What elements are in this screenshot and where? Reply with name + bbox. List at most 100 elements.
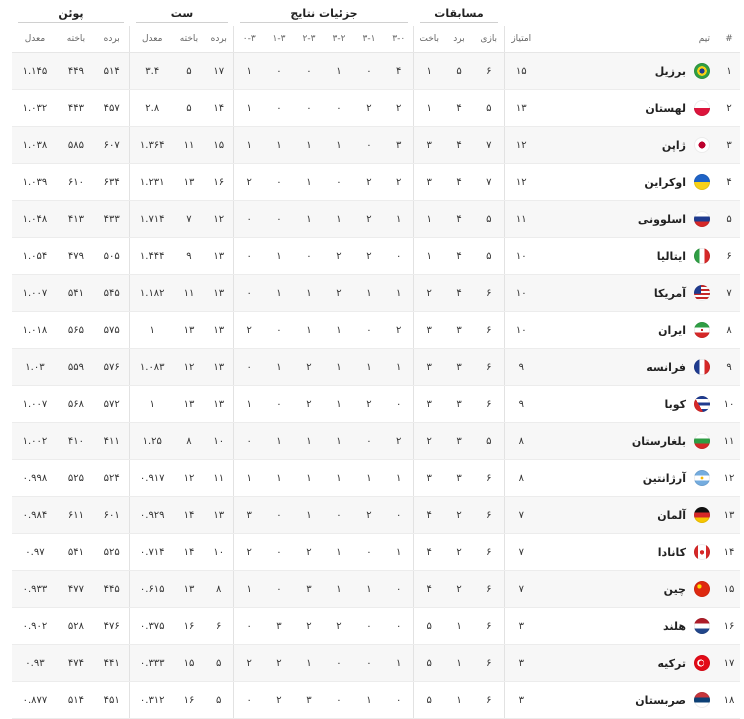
team-name[interactable]: برزیل [655, 65, 686, 78]
sets-lost-cell: ۱۴ [173, 496, 204, 534]
result-3-0-cell: ۰ [383, 496, 414, 534]
team-cell[interactable]: فرانسه [538, 348, 718, 386]
points-won-cell: ۴۱۱ [93, 422, 130, 460]
won-cell: ۳ [444, 422, 474, 460]
col-lost[interactable]: باخت [413, 26, 444, 53]
col-points[interactable]: امتیاز [503, 26, 538, 53]
col-result-0-3[interactable]: ۰-۳ [233, 26, 264, 53]
points-won-cell: ۵۲۵ [93, 533, 130, 571]
table-row[interactable]: ۱۸ صربستان ۳ ۶ ۱ ۵ ۰ ۱ ۰ ۳ ۲ ۰ ۵ ۱۶ ۰.۳۱۲ ۴۵۱ ۵۱۴ ۰.۸۷۷ [11, 681, 740, 719]
table-row[interactable]: ۶ ایتالیا ۱۰ ۵ ۴ ۱ ۰ ۲ ۲ ۰ ۱ ۰ ۱۳ ۹ ۱.۴۴۴ ۵۰۵ ۴۷۹ ۱.۰۵۴ [11, 237, 740, 275]
team-cell[interactable]: اوکراین [538, 163, 718, 201]
team-name[interactable]: آمریکا [654, 287, 686, 300]
team-name[interactable]: کوبا [664, 398, 686, 411]
team-cell[interactable]: ژاپن [538, 126, 718, 164]
team-cell[interactable]: برزیل [538, 52, 718, 90]
team-cell[interactable]: هلند [538, 607, 718, 645]
team-name[interactable]: هلند [663, 620, 686, 633]
team-cell[interactable]: لهستان [538, 89, 718, 127]
points-lost-cell: ۶۱۱ [57, 496, 94, 534]
col-result-3-2[interactable]: ۳-۲ [323, 26, 354, 53]
table-row[interactable]: ۵ اسلوونی ۱۱ ۵ ۴ ۱ ۱ ۲ ۱ ۱ ۰ ۰ ۱۲ ۷ ۱.۷۱۴ ۴۳۳ ۴۱۳ ۱.۰۴۸ [11, 200, 740, 238]
team-name[interactable]: ترکیه [657, 657, 686, 670]
team-cell[interactable]: کوبا [538, 385, 718, 423]
team-cell[interactable]: ایتالیا [538, 237, 718, 275]
col-sets-won[interactable]: برده [203, 26, 234, 53]
col-result-1-3[interactable]: ۱-۳ [263, 26, 294, 53]
col-points-lost[interactable]: باخته [57, 26, 94, 53]
points-cell: ۱۵ [503, 52, 538, 90]
col-team[interactable]: تیم [538, 26, 718, 53]
col-sets-ratio[interactable]: معدل [129, 26, 174, 53]
team-cell[interactable]: ترکیه [538, 644, 718, 682]
team-name[interactable]: ژاپن [662, 139, 686, 152]
points-cell: ۱۰ [503, 274, 538, 312]
team-cell[interactable]: ایران [538, 311, 718, 349]
team-name[interactable]: فرانسه [646, 361, 686, 374]
played-cell: ۷ [474, 163, 504, 201]
col-played[interactable]: بازی [474, 26, 504, 53]
result-3-1-cell: ۲ [353, 237, 384, 275]
played-cell: ۶ [474, 607, 504, 645]
table-row[interactable]: ۲ لهستان ۱۳ ۵ ۴ ۱ ۲ ۲ ۰ ۰ ۰ ۱ ۱۴ ۵ ۲.۸ ۴۵۷ ۴۴۳ ۱.۰۳۲ [11, 89, 740, 127]
team-cell[interactable]: چین [538, 570, 718, 608]
col-result-2-3[interactable]: ۲-۳ [293, 26, 324, 53]
table-row[interactable]: ۱۶ هلند ۳ ۶ ۱ ۵ ۰ ۰ ۲ ۲ ۳ ۰ ۶ ۱۶ ۰.۳۷۵ ۴۷۶ ۵۲۸ ۰.۹۰۲ [11, 607, 740, 645]
result-3-0-cell: ۱ [383, 644, 414, 682]
col-rank[interactable]: # [718, 26, 740, 53]
result-3-2-cell: ۱ [323, 311, 354, 349]
team-name[interactable]: صربستان [635, 694, 686, 707]
team-cell[interactable]: بلغارستان [538, 422, 718, 460]
table-row[interactable]: ۱۷ ترکیه ۳ ۶ ۱ ۵ ۱ ۰ ۰ ۱ ۲ ۲ ۵ ۱۵ ۰.۳۳۳ ۴۴۱ ۴۷۴ ۰.۹۳ [11, 644, 740, 682]
table-row[interactable]: ۳ ژاپن ۱۲ ۷ ۴ ۳ ۳ ۰ ۱ ۱ ۱ ۱ ۱۵ ۱۱ ۱.۳۶۴ ۶۰۷ ۵۸۵ ۱.۰۳۸ [11, 126, 740, 164]
lost-cell: ۳ [413, 126, 444, 164]
col-sets-lost[interactable]: باخته [173, 26, 204, 53]
sets-ratio-cell: ۱.۲۵ [129, 422, 174, 460]
team-name[interactable]: آرژانتین [643, 472, 686, 485]
ir-flag-icon [694, 322, 710, 338]
result-0-3-cell: ۱ [233, 570, 264, 608]
rank-cell: ۸ [718, 311, 740, 349]
sets-ratio-cell: ۰.۳۳۳ [129, 644, 174, 682]
points-cell: ۱۱ [503, 200, 538, 238]
sets-lost-cell: ۱۲ [173, 348, 204, 386]
team-name[interactable]: اسلوونی [638, 213, 686, 226]
team-name[interactable]: ایتالیا [657, 250, 686, 263]
points-won-cell: ۶۳۴ [93, 163, 130, 201]
col-points-won[interactable]: برده [93, 26, 130, 53]
points-lost-cell: ۴۷۹ [57, 237, 94, 275]
table-row[interactable]: ۹ فرانسه ۹ ۶ ۳ ۳ ۱ ۱ ۱ ۲ ۱ ۰ ۱۳ ۱۲ ۱.۰۸۳ ۵۷۶ ۵۵۹ ۱.۰۳ [11, 348, 740, 386]
team-cell[interactable]: آرژانتین [538, 459, 718, 497]
team-name[interactable]: چین [664, 583, 686, 596]
team-name[interactable]: ایران [658, 324, 686, 337]
col-result-3-1[interactable]: ۳-۱ [353, 26, 384, 53]
result-3-2-cell: ۰ [323, 496, 354, 534]
team-name[interactable]: اوکراین [644, 176, 686, 189]
col-won[interactable]: برد [444, 26, 474, 53]
table-row[interactable]: ۱۲ آرژانتین ۸ ۶ ۳ ۳ ۱ ۱ ۱ ۱ ۱ ۱ ۱۱ ۱۲ ۰.۹۱۷ ۵۲۴ ۵۲۵ ۰.۹۹۸ [11, 459, 740, 497]
team-cell[interactable]: آمریکا [538, 274, 718, 312]
team-name[interactable]: لهستان [645, 102, 686, 115]
team-cell[interactable]: آلمان [538, 496, 718, 534]
table-row[interactable]: ۱۱ بلغارستان ۸ ۵ ۳ ۲ ۲ ۰ ۱ ۱ ۱ ۰ ۱۰ ۸ ۱.۲۵ ۴۱۱ ۴۱۰ ۱.۰۰۲ [11, 422, 740, 460]
table-row[interactable]: ۴ اوکراین ۱۲ ۷ ۴ ۳ ۲ ۲ ۰ ۱ ۰ ۲ ۱۶ ۱۳ ۱.۲۳۱ ۶۳۴ ۶۱۰ ۱.۰۳۹ [11, 163, 740, 201]
table-row[interactable]: ۱۰ کوبا ۹ ۶ ۳ ۳ ۰ ۲ ۱ ۲ ۰ ۱ ۱۳ ۱۳ ۱ ۵۷۲ ۵۶۸ ۱.۰۰۷ [11, 385, 740, 423]
table-row[interactable]: ۷ آمریکا ۱۰ ۶ ۴ ۲ ۱ ۱ ۲ ۱ ۱ ۰ ۱۳ ۱۱ ۱.۱۸۲ ۵۴۵ ۵۴۱ ۱.۰۰۷ [11, 274, 740, 312]
points-won-cell: ۶۰۱ [93, 496, 130, 534]
team-cell[interactable]: اسلوونی [538, 200, 718, 238]
table-row[interactable]: ۱۴ کانادا ۷ ۶ ۲ ۴ ۱ ۰ ۱ ۲ ۰ ۲ ۱۰ ۱۴ ۰.۷۱۴ ۵۲۵ ۵۴۱ ۰.۹۷ [11, 533, 740, 571]
team-info: ایتالیا [538, 248, 710, 264]
col-points-ratio[interactable]: معدل [11, 26, 58, 53]
col-result-3-0[interactable]: ۳-۰ [383, 26, 414, 53]
table-row[interactable]: ۱۵ چین ۷ ۶ ۲ ۴ ۰ ۱ ۱ ۳ ۰ ۱ ۸ ۱۳ ۰.۶۱۵ ۴۴۵ ۴۷۷ ۰.۹۳۳ [11, 570, 740, 608]
result-2-3-cell: ۱ [293, 644, 324, 682]
team-name[interactable]: بلغارستان [632, 435, 686, 448]
team-name[interactable]: آلمان [657, 509, 686, 522]
table-row[interactable]: ۱۳ آلمان ۷ ۶ ۲ ۴ ۰ ۲ ۰ ۱ ۰ ۳ ۱۳ ۱۴ ۰.۹۲۹ ۶۰۱ ۶۱۱ ۰.۹۸۴ [11, 496, 740, 534]
team-cell[interactable]: صربستان [538, 681, 718, 719]
team-name[interactable]: کانادا [658, 546, 686, 559]
table-row[interactable]: ۱ برزیل ۱۵ ۶ ۵ ۱ ۴ ۰ ۱ ۰ ۰ ۱ ۱۷ ۵ ۳.۴ ۵۱۴ ۴۴۹ ۱.۱۴۵ [11, 52, 740, 90]
team-info: بلغارستان [538, 433, 710, 449]
table-row[interactable]: ۸ ایران ۱۰ ۶ ۳ ۳ ۲ ۰ ۱ ۱ ۰ ۲ ۱۳ ۱۳ ۱ ۵۷۵ ۵۶۵ ۱.۰۱۸ [11, 311, 740, 349]
team-cell[interactable]: کانادا [538, 533, 718, 571]
